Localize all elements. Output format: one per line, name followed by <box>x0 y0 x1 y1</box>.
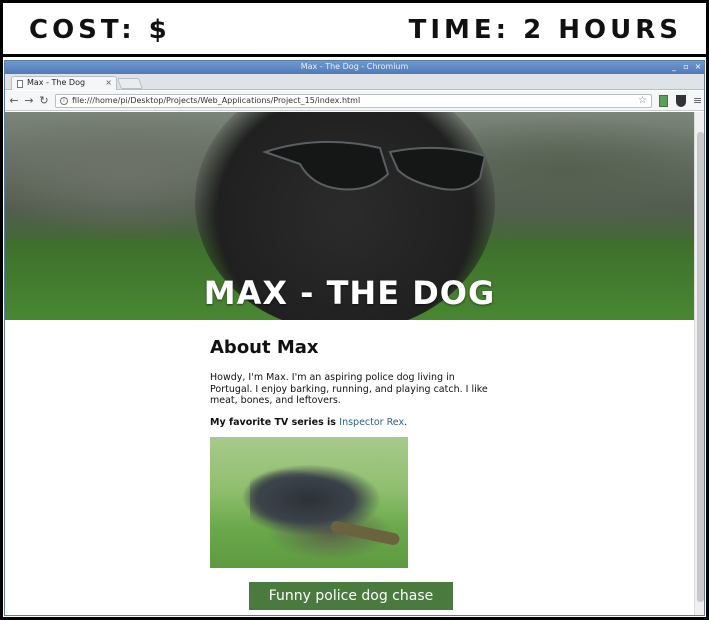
info-banner: COST: $ TIME: 2 HOURS <box>3 3 706 57</box>
about-section: About Max Howdy, I'm Max. I'm an aspirin… <box>210 337 500 438</box>
address-bar[interactable]: i file:///home/pi/Desktop/Projects/Web_A… <box>55 94 652 108</box>
favorite-suffix: . <box>404 416 408 428</box>
cost-label: COST: $ <box>29 15 171 45</box>
tab-close-icon[interactable]: × <box>105 78 112 87</box>
close-window-button[interactable]: × <box>693 62 703 71</box>
tab-max-the-dog[interactable]: Max - The Dog × <box>11 76 117 90</box>
shield-icon[interactable] <box>676 95 686 107</box>
time-label: TIME: 2 HOURS <box>408 15 682 45</box>
new-tab-button[interactable] <box>116 78 144 89</box>
tab-label: Max - The Dog <box>27 78 86 87</box>
favorite-paragraph: My favorite TV series is Inspector Rex. <box>210 417 500 429</box>
browser-window: Max - The Dog - Chromium _ ▫ × Max - The… <box>4 60 705 616</box>
document-icon <box>17 80 23 88</box>
window-title: Max - The Dog - Chromium <box>300 62 409 71</box>
info-icon[interactable]: i <box>60 97 68 105</box>
url-text[interactable]: file:///home/pi/Desktop/Projects/Web_App… <box>72 96 360 105</box>
page-scrollbar[interactable] <box>694 112 704 615</box>
funny-police-dog-chase-button[interactable]: Funny police dog chase <box>249 582 453 610</box>
sunglasses-icon <box>261 140 487 191</box>
intro-paragraph: Howdy, I'm Max. I'm an aspiring police d… <box>210 372 488 406</box>
reload-icon[interactable]: ↻ <box>38 94 50 107</box>
maximize-button[interactable]: ▫ <box>681 62 691 71</box>
browser-toolbar: ← → ↻ i file:///home/pi/Desktop/Projects… <box>5 91 704 111</box>
window-titlebar: Max - The Dog - Chromium _ ▫ × <box>5 61 704 74</box>
tab-strip: Max - The Dog × <box>5 74 704 90</box>
dog-photo-body <box>250 465 380 535</box>
extension-icon[interactable] <box>659 95 668 107</box>
page-viewport: MAX - THE DOG About Max Howdy, I'm Max. … <box>5 112 694 615</box>
inspector-rex-link[interactable]: Inspector Rex <box>339 417 404 428</box>
favorite-prefix: My favorite TV series is <box>210 416 340 428</box>
minimize-button[interactable]: _ <box>669 62 679 71</box>
arrow-right-icon[interactable]: → <box>23 94 35 107</box>
arrow-left-icon[interactable]: ← <box>8 94 20 107</box>
star-icon[interactable]: ☆ <box>638 95 647 106</box>
hero-title: MAX - THE DOG <box>203 274 496 312</box>
scrollbar-thumb[interactable] <box>697 132 704 602</box>
menu-icon[interactable]: ≡ <box>693 94 702 107</box>
hero-banner: MAX - THE DOG <box>5 112 694 320</box>
dog-photo <box>210 437 408 568</box>
about-heading: About Max <box>210 337 319 358</box>
